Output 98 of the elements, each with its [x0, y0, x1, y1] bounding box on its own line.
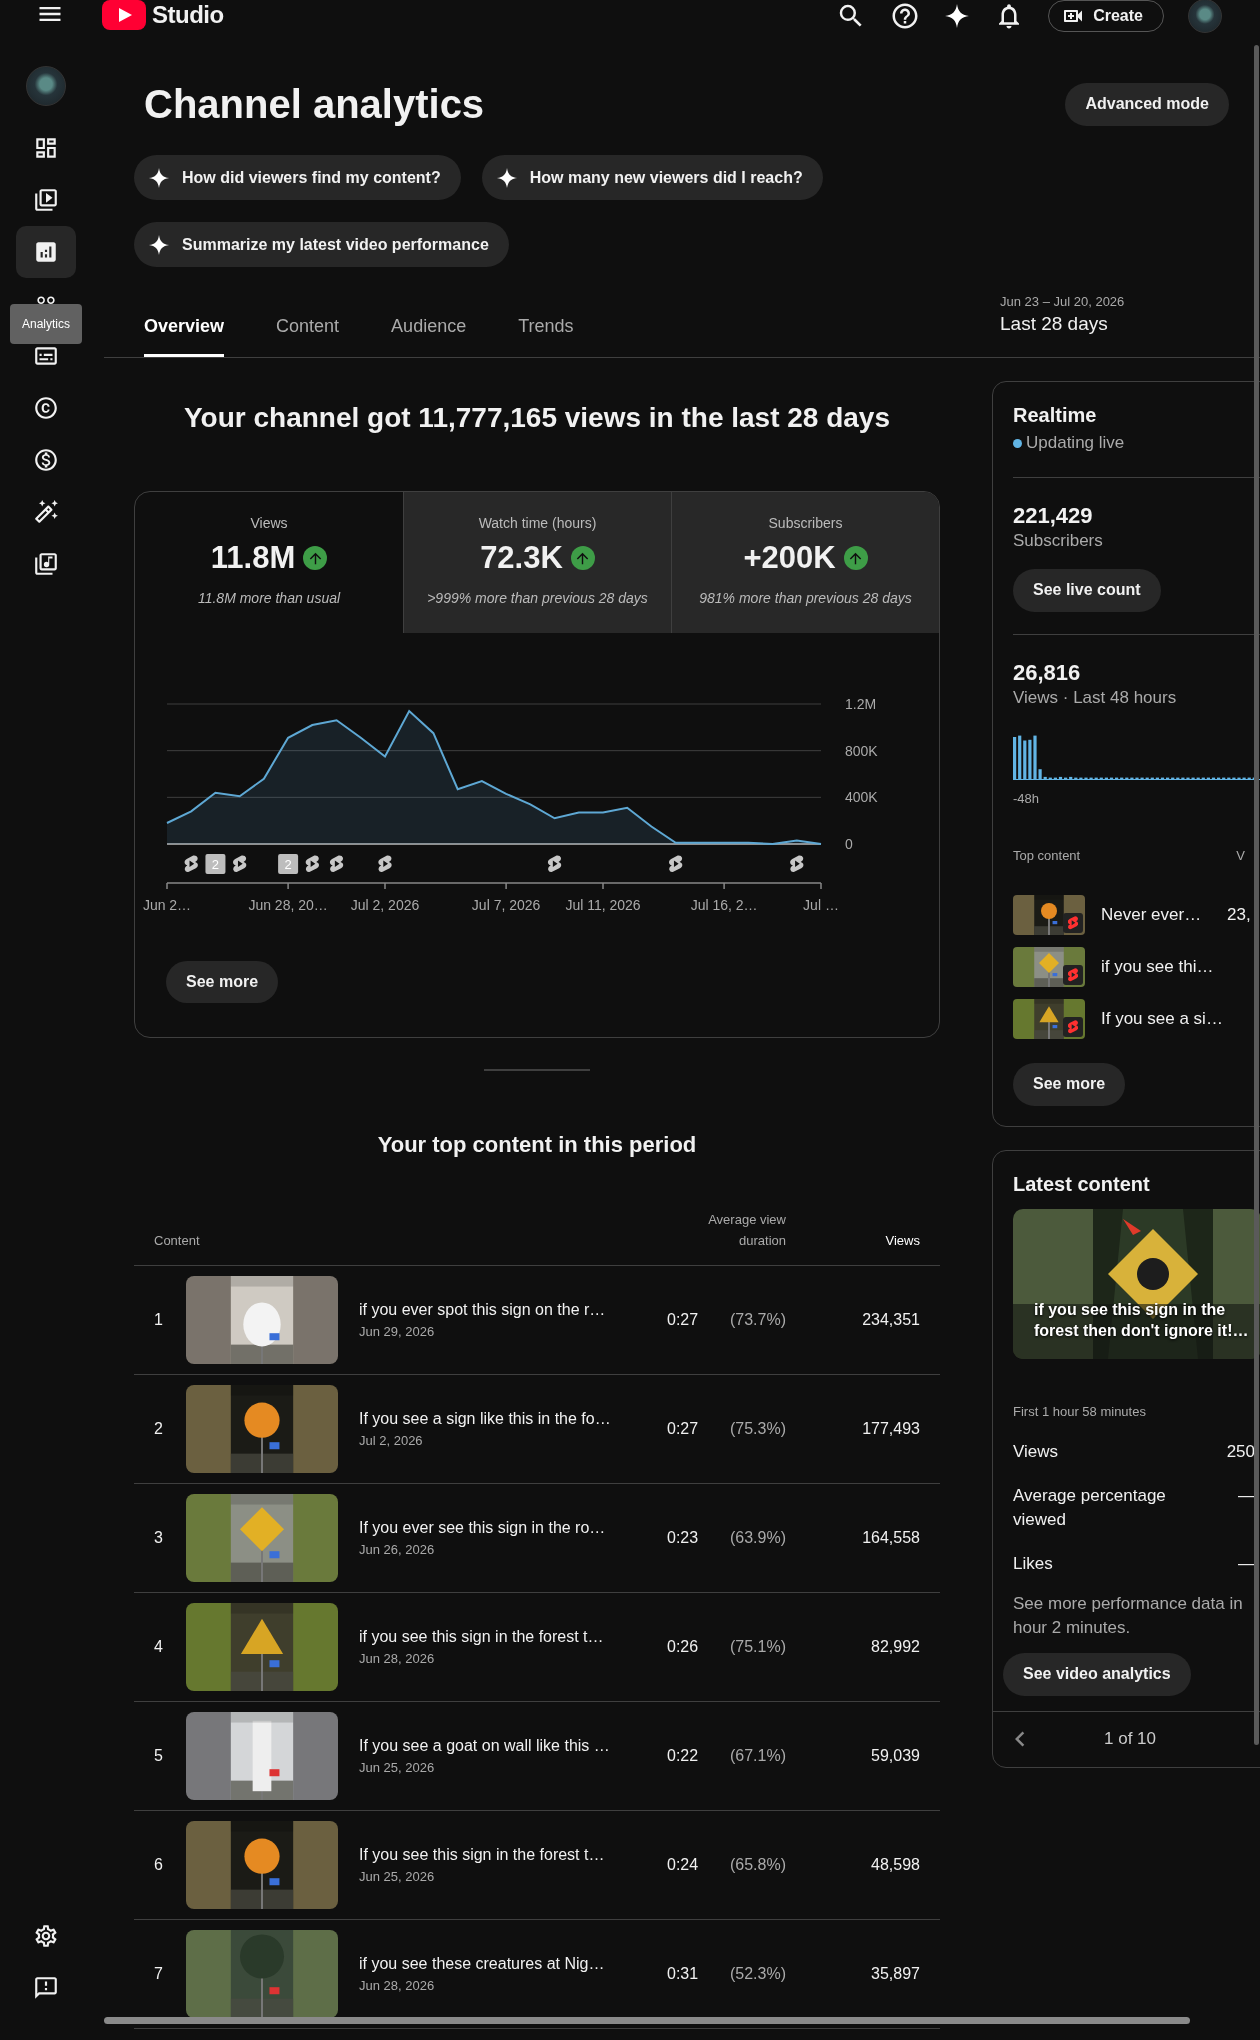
duration-cell-text: 0:22 — [667, 1747, 700, 1765]
column-header: Top content — [1013, 847, 1081, 865]
video-title[interactable]: if you see this sign in the forest t… — [359, 1628, 667, 1646]
rank-number: 4 — [153, 1638, 164, 1656]
tab[interactable]: Audience — [391, 316, 467, 357]
column-header[interactable]: Average view duration — [686, 1209, 786, 1265]
axis-label: 1.2M — [845, 696, 877, 712]
metric-tab[interactable]: Views 11.8M 11.8M more than usual — [135, 492, 403, 633]
axis-label: Jul 2, 2026 — [350, 897, 420, 913]
video-title[interactable]: If you ever see this sign in the ro… — [359, 1519, 667, 1537]
stat-label: Views — [1013, 1441, 1059, 1464]
publish-date: Jun 29, 2026 — [359, 1324, 436, 1339]
views-cell-text: 35,897 — [870, 1965, 920, 1983]
stat-label: Subscribers — [1013, 529, 1104, 552]
tab[interactable]: Overview — [144, 316, 225, 357]
axis-label: Jul … — [803, 897, 839, 913]
see-more-button[interactable]: See more — [1013, 1062, 1126, 1106]
see-more-button[interactable]: See more — [166, 961, 279, 1003]
axis-label: 400K — [845, 789, 878, 806]
percent-cell-text: (65.8%) — [728, 1856, 786, 1874]
suggestion-chip[interactable]: Summarize my latest video performance — [134, 222, 509, 267]
views-cell-text: 82,992 — [870, 1638, 920, 1656]
axis-label: Jul 11, 2026 — [565, 897, 641, 913]
card-title: Realtime — [1013, 403, 1098, 428]
publish-date: Jun 28, 2026 — [359, 1651, 436, 1666]
live-status: Updating live — [1026, 432, 1125, 454]
percent-cell-text: (52.3%) — [728, 1965, 786, 1983]
publish-date: Jun 25, 2026 — [359, 1869, 436, 1884]
axis-label: Jul 7, 2026 — [471, 897, 541, 913]
column-header: Content — [153, 1232, 201, 1250]
rank-number: 1 — [153, 1311, 164, 1329]
rank-number: 2 — [153, 1420, 164, 1438]
rank-number: 3 — [153, 1529, 164, 1547]
video-title[interactable]: if you see thi… — [1101, 956, 1214, 977]
metric-tab[interactable]: Subscribers +200K 981% more than previous 28 days — [671, 492, 939, 633]
rank-number: 7 — [153, 1965, 164, 1983]
views-cell-text: 164,558 — [861, 1529, 920, 1547]
duration-cell-text: 0:23 — [667, 1529, 700, 1547]
percent-cell-text: (75.3%) — [728, 1420, 786, 1438]
video-title[interactable]: If you see a si… — [1101, 1008, 1223, 1029]
column-header[interactable]: Views — [786, 1230, 920, 1265]
axis-label: Jun 2… — [142, 897, 192, 913]
page-indicator: 1 of 10 — [1103, 1729, 1157, 1750]
axis-label: Jul 16, 2… — [690, 897, 758, 913]
video-title[interactable]: if you ever spot this sign on the r… — [359, 1301, 667, 1319]
rank-number: 5 — [153, 1747, 164, 1765]
stat-label: Views · Last 48 hours — [1013, 686, 1178, 709]
duration-cell-text: 0:27 — [667, 1311, 700, 1329]
percent-cell-text: (75.1%) — [728, 1638, 786, 1656]
views-cell: 23, — [1227, 904, 1251, 925]
axis-label: 800K — [845, 742, 878, 759]
video-title[interactable]: If you see a sign like this in the fo… — [359, 1410, 667, 1428]
period-label: First 1 hour 58 minutes — [1013, 1402, 1147, 1421]
advanced-mode-button[interactable]: Advanced mode — [1065, 82, 1229, 126]
stat-label: Likes — [1013, 1552, 1053, 1575]
publish-date: Jun 25, 2026 — [359, 1760, 436, 1775]
see-live-count-button[interactable]: See live count — [1013, 568, 1161, 612]
card-title: Latest content — [1013, 1171, 1151, 1197]
video-title[interactable]: if you see these creatures at Nig… — [359, 1955, 667, 1973]
column-header: V — [1236, 847, 1246, 865]
tab[interactable]: Trends — [518, 316, 574, 357]
duration-cell-text: 0:31 — [667, 1965, 700, 1983]
section-title: Your top content in this period — [376, 1131, 698, 1159]
views-cell-text: 59,039 — [870, 1747, 920, 1765]
video-title[interactable]: If you see a goat on wall like this … — [359, 1737, 667, 1755]
page-title: Channel analytics — [144, 81, 485, 128]
stat-value: 250 — [1226, 1441, 1255, 1464]
percent-cell-text: (73.7%) — [728, 1311, 786, 1329]
see-video-analytics-button[interactable]: See video analytics — [1003, 1652, 1191, 1696]
stat-label: Average percentage viewed — [1013, 1485, 1167, 1532]
axis-label: 0 — [845, 836, 853, 852]
summary-headline: Your channel got 11,777,165 views in the last 28 days — [183, 401, 891, 435]
info-note: See more performance data in hour 2 minutes. — [1013, 1592, 1244, 1640]
publish-date: Jul 2, 2026 — [359, 1433, 424, 1448]
views-count: 26,816 — [1013, 658, 1082, 687]
metric-tab[interactable]: Watch time (hours) 72.3K >999% more than previous 28 days — [403, 492, 671, 633]
axis-label: Jun 28, 20… — [248, 897, 328, 913]
rank-number: 6 — [153, 1856, 164, 1874]
views-cell-text: 48,598 — [870, 1856, 920, 1874]
percent-cell-text: (63.9%) — [728, 1529, 786, 1547]
suggestion-chip[interactable]: How many new viewers did I reach? — [481, 155, 823, 200]
studio-logo[interactable]: Studio — [102, 0, 224, 30]
duration-cell-text: 0:27 — [667, 1420, 700, 1438]
duration-cell-text: 0:24 — [667, 1856, 700, 1874]
video-title[interactable]: Never ever… — [1101, 904, 1211, 925]
axis-label: -48h — [1013, 789, 1041, 808]
video-title[interactable]: If you see this sign in the forest t… — [359, 1846, 667, 1864]
tab[interactable]: Content — [276, 316, 340, 357]
views-cell-text: 177,493 — [861, 1420, 920, 1438]
duration-cell-text: 0:26 — [667, 1638, 700, 1656]
publish-date: Jun 28, 2026 — [359, 1978, 436, 1993]
date-range-picker[interactable]: Jun 23 – Jul 20, 2026 Last 28 days — [1000, 294, 1260, 357]
suggestion-chip[interactable]: How did viewers find my content? — [134, 155, 461, 200]
percent-cell-text: (67.1%) — [728, 1747, 786, 1765]
views-cell-text: 234,351 — [861, 1311, 920, 1329]
publish-date: Jun 26, 2026 — [359, 1542, 436, 1557]
subscriber-count: 221,429 — [1013, 501, 1094, 530]
tooltip: Analytics — [10, 304, 82, 344]
